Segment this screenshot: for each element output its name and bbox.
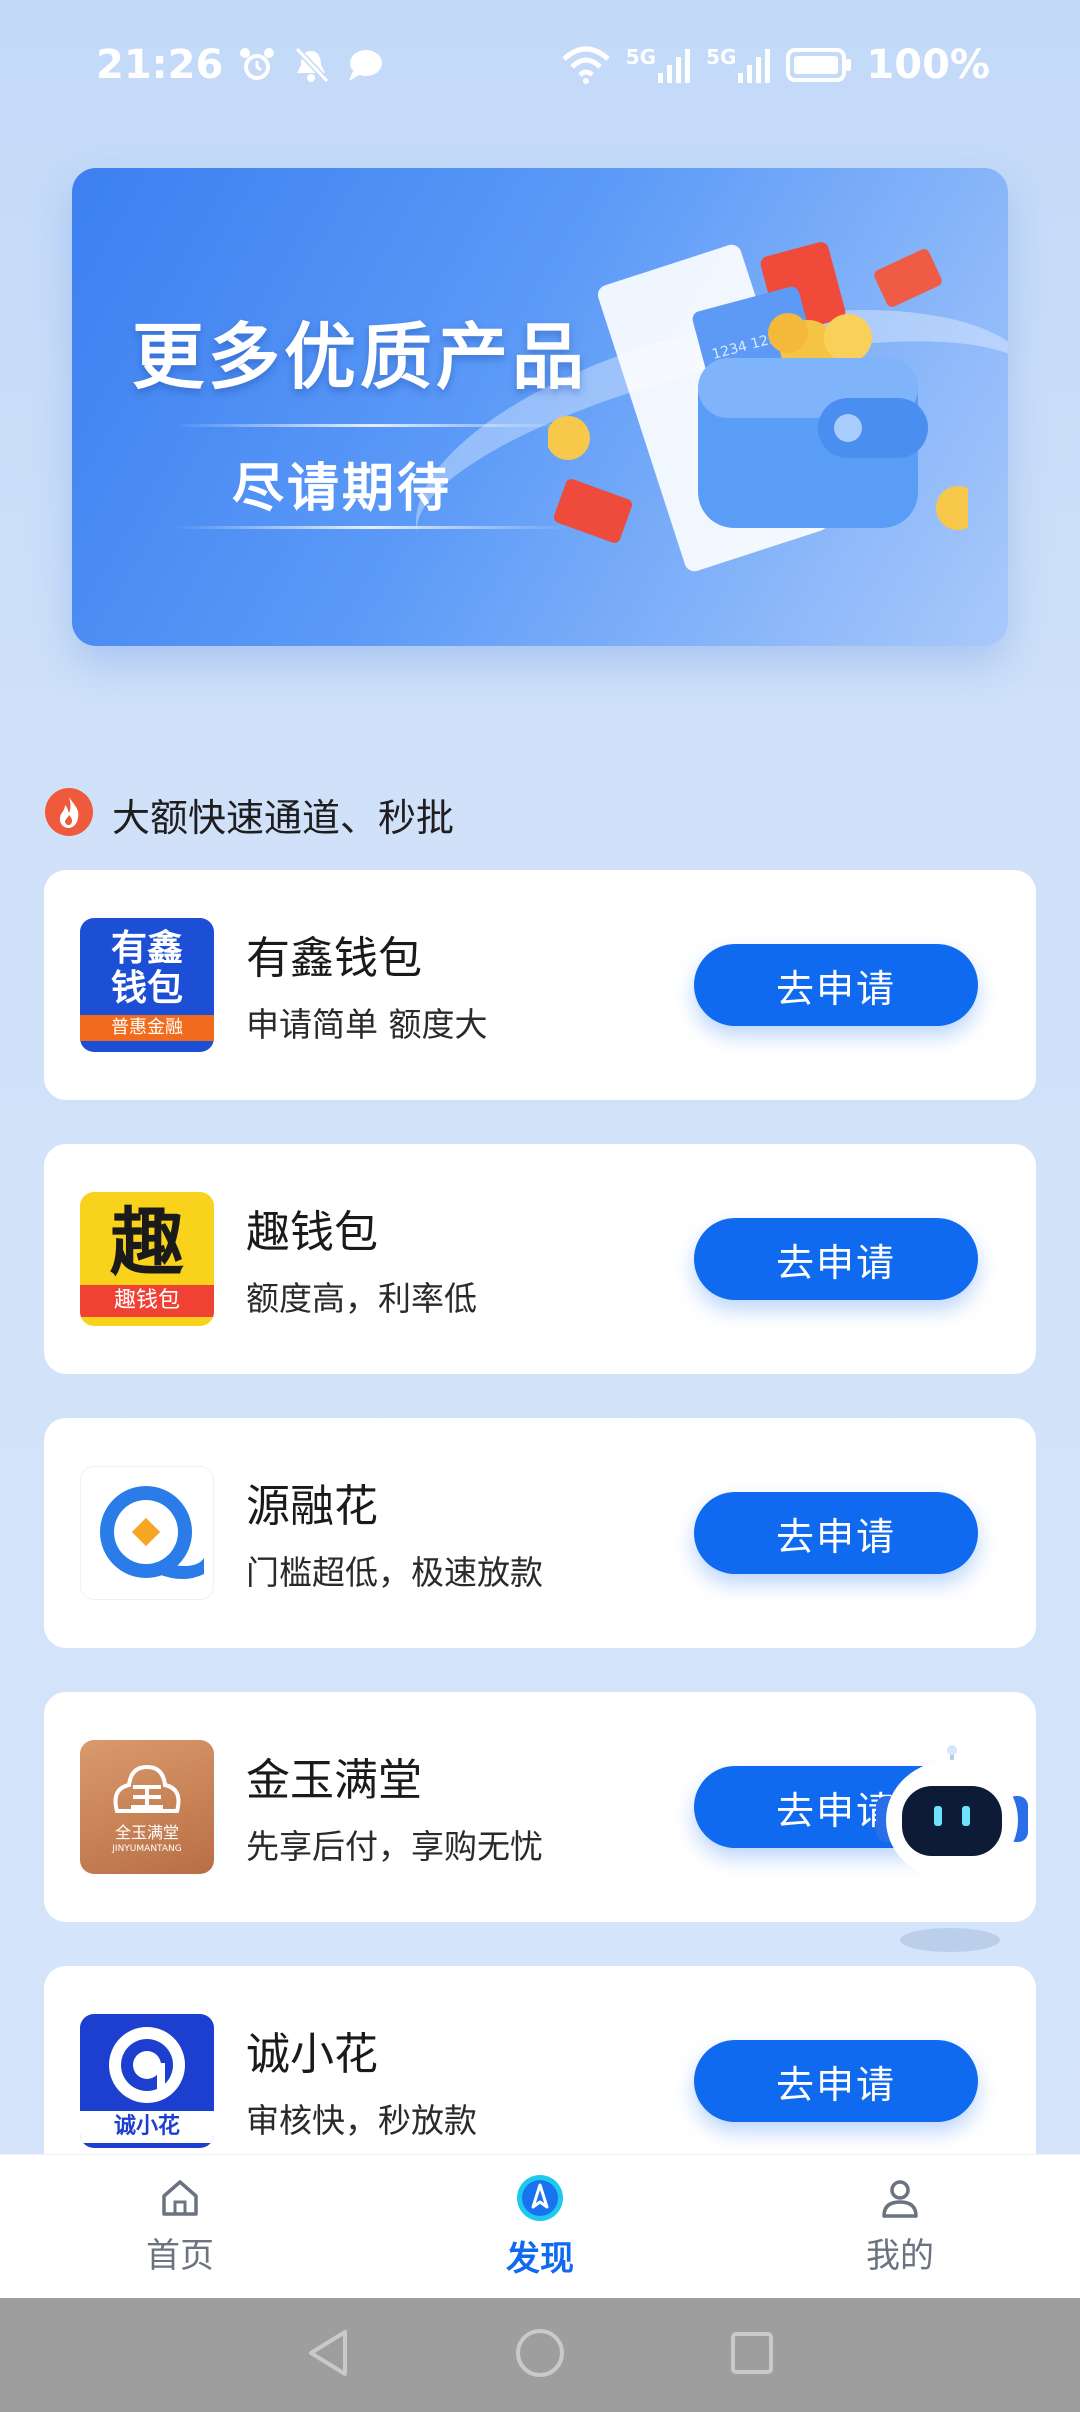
product-name: 源融花 [246, 1481, 378, 1532]
tab-home[interactable]: 首页 [0, 2155, 360, 2298]
discover-compass-icon [515, 2173, 565, 2227]
tab-label: 发现 [506, 2239, 574, 2279]
tab-label: 首页 [146, 2236, 214, 2276]
product-card[interactable]: 趣 趣钱包 趣钱包 额度高，利率低 去申请 [44, 1144, 1036, 1374]
profile-icon [878, 2176, 922, 2224]
product-logo-qu: 趣 趣钱包 [80, 1192, 214, 1326]
home-icon [158, 2176, 202, 2224]
message-icon [345, 45, 385, 85]
tab-label: 我的 [866, 2236, 934, 2276]
product-name: 趣钱包 [246, 1207, 378, 1258]
product-desc: 门槛超低，极速放款 [246, 1553, 543, 1592]
product-card[interactable]: 源融花 门槛超低，极速放款 去申请 [44, 1418, 1036, 1648]
tab-profile[interactable]: 我的 [720, 2155, 1080, 2298]
mute-icon [291, 45, 331, 85]
banner-title: 更多优质产品 [132, 315, 589, 399]
product-logo-yuanronghua [80, 1466, 214, 1600]
apply-button[interactable]: 去申请 [694, 1218, 978, 1300]
product-logo-chengxiaohua: 诚小花 [80, 2014, 214, 2148]
status-bar: 21:26 5G 5G 100% [0, 0, 1080, 130]
back-icon[interactable] [303, 2326, 353, 2384]
status-time: 21:26 [96, 42, 224, 88]
section-header: 大额快速通道、秒批 [44, 784, 454, 844]
system-nav-bar [0, 2298, 1080, 2412]
status-right: 5G 5G 100% [560, 42, 990, 88]
battery-percent: 100% [866, 42, 990, 88]
home-circle-icon[interactable] [513, 2326, 567, 2384]
logo-cn: 全玉满堂 [114, 1823, 179, 1842]
wallet-illustration: 1234 123 [548, 242, 968, 572]
product-name: 有鑫钱包 [246, 933, 422, 984]
robot-icon [876, 1745, 1028, 1952]
signal-icon: 5G [626, 45, 692, 85]
banner-subtitle: 尽请期待 [232, 459, 453, 519]
logo-line2: 钱包 [110, 968, 183, 1009]
logo-line1: 有鑫 [110, 928, 183, 969]
product-name: 金玉满堂 [246, 1755, 422, 1806]
logo-en: JINYUMANTANG [112, 1844, 182, 1854]
jinyu-logo-icon [113, 1764, 181, 1813]
apply-button[interactable]: 去申请 [694, 1492, 978, 1574]
network-type-label: 5G [625, 45, 657, 69]
chengxiaohua-logo-icon [109, 2027, 185, 2103]
product-card[interactable]: 有鑫 钱包 普惠金融 有鑫钱包 申请简单 额度大 去申请 [44, 870, 1036, 1100]
signal-icon-2: 5G [706, 45, 772, 85]
logo-tag: 普惠金融 [80, 1015, 214, 1041]
status-left: 21:26 [96, 42, 385, 88]
product-logo-youxin: 有鑫 钱包 普惠金融 [80, 918, 214, 1052]
logo-char: 趣 [110, 1200, 184, 1286]
product-logo-jinyumantang: 全玉满堂 JINYUMANTANG [80, 1740, 214, 1874]
banner-divider-top [172, 424, 572, 427]
logo-tag: 诚小花 [80, 2111, 214, 2143]
apply-button[interactable]: 去申请 [694, 2040, 978, 2122]
bottom-tab-bar: 首页 发现 我的 [0, 2154, 1080, 2298]
logo-tag: 趣钱包 [80, 1285, 214, 1317]
fire-icon [44, 787, 94, 841]
banner-divider-bottom [172, 526, 572, 529]
promo-banner[interactable]: 更多优质产品 尽请期待 1234 123 [72, 168, 1008, 646]
tab-discover[interactable]: 发现 [360, 2155, 720, 2298]
product-name: 诚小花 [246, 2029, 378, 2080]
product-desc: 先享后付，享购无忧 [246, 1827, 543, 1866]
product-desc: 额度高，利率低 [246, 1279, 477, 1318]
battery-icon [786, 47, 852, 83]
wifi-icon [560, 45, 612, 85]
section-title: 大额快速通道、秒批 [112, 795, 455, 840]
alarm-icon [237, 45, 277, 85]
product-desc: 申请简单 额度大 [246, 1005, 488, 1044]
product-desc: 审核快，秒放款 [246, 2101, 477, 2140]
apply-button[interactable]: 去申请 [694, 944, 978, 1026]
yuanronghua-logo-icon [100, 1486, 204, 1579]
recents-square-icon[interactable] [727, 2328, 777, 2382]
assistant-robot-button[interactable] [870, 1744, 1030, 1954]
network-type-label-2: 5G [706, 45, 737, 69]
